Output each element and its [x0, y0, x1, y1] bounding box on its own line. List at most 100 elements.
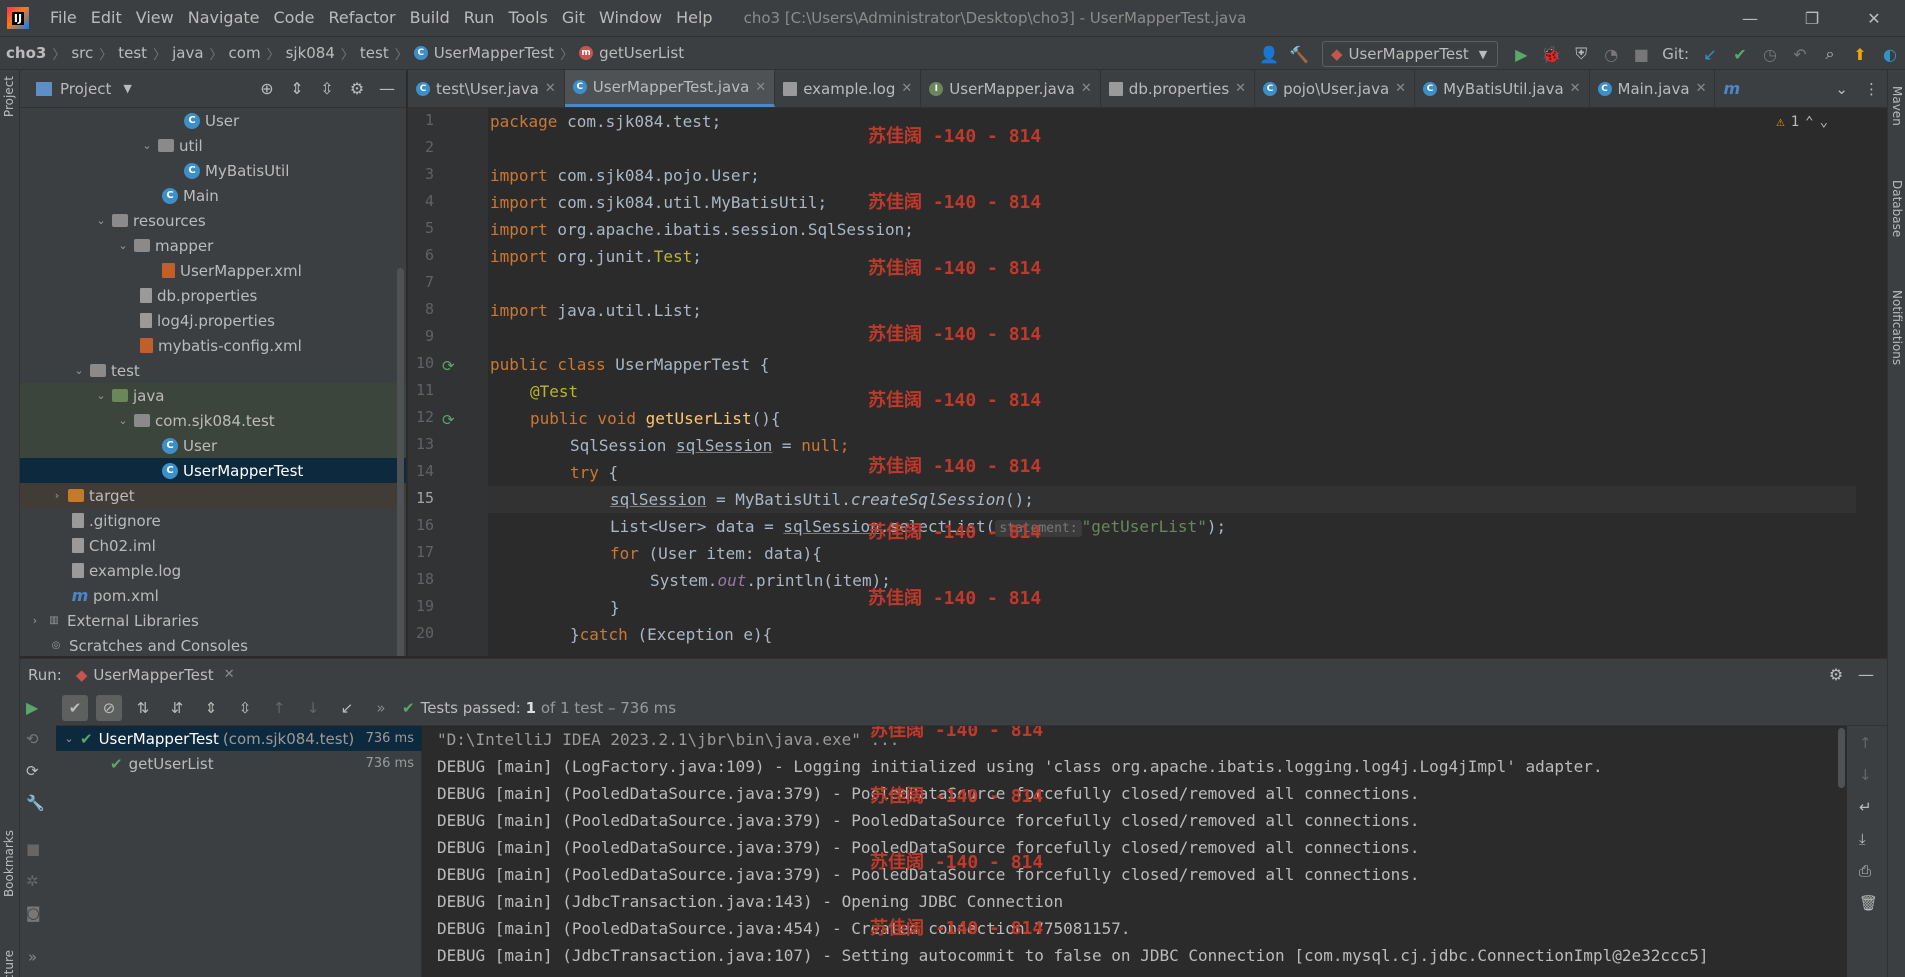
tree-scrollbar[interactable]	[397, 268, 404, 656]
intellij-logo-icon[interactable]: IJ	[7, 7, 29, 29]
tree-item[interactable]: log4j.properties	[20, 308, 406, 333]
sort-duration-icon[interactable]: ⇵	[164, 695, 190, 721]
menu-code[interactable]: Code	[267, 0, 322, 36]
tree-item[interactable]: mybatis-config.xml	[20, 333, 406, 358]
tab-usermapper-java[interactable]: I UserMapper.java ✕	[921, 70, 1101, 107]
project-tool-button[interactable]: Project	[2, 76, 16, 117]
tab-example-log[interactable]: example.log ✕	[775, 70, 922, 107]
breadcrumb-java[interactable]: java	[172, 44, 203, 62]
chevron-down-icon[interactable]: ⌄	[116, 239, 130, 252]
rerun-failed-icon[interactable]: ⟲	[26, 730, 39, 748]
git-commit-icon[interactable]: ✔	[1727, 41, 1753, 67]
tree-item[interactable]: C User	[20, 108, 406, 133]
update-icon[interactable]: ⬆	[1847, 41, 1873, 67]
trash-icon[interactable]: 🗑	[1859, 894, 1878, 912]
rerun-icon[interactable]: ▶	[26, 698, 38, 717]
breadcrumb-project[interactable]: cho3	[6, 44, 46, 62]
tree-item[interactable]: example.log	[20, 558, 406, 583]
tab-db-properties[interactable]: db.properties ✕	[1101, 70, 1256, 107]
breadcrumb-com[interactable]: com	[229, 44, 261, 62]
tree-item[interactable]: ⌄ com.sjk084.test	[20, 408, 406, 433]
show-ignored-icon[interactable]: ⊘	[96, 694, 122, 721]
tree-item[interactable]: Ch02.iml	[20, 533, 406, 558]
wrench-icon[interactable]: 🔧	[26, 794, 45, 812]
menu-build[interactable]: Build	[403, 0, 457, 36]
hide-icon[interactable]: —	[1853, 662, 1879, 688]
build-hammer-icon[interactable]: 🔨	[1286, 41, 1312, 67]
editor-gutter[interactable]: 1 2 3 4 5 6 7 8 9 10 11 12 13 14 15 16 1…	[408, 108, 488, 656]
test-case-row[interactable]: ✔ getUserList 736 ms	[56, 751, 422, 776]
menu-help[interactable]: Help	[669, 0, 719, 36]
close-icon[interactable]: ✕	[545, 81, 556, 96]
tree-item[interactable]: ◎ Scratches and Consoles	[20, 633, 406, 656]
bookmarks-tool-button[interactable]: Bookmarks	[2, 830, 16, 897]
minimize-icon[interactable]: —	[1719, 0, 1781, 36]
hide-icon[interactable]: —	[374, 76, 400, 102]
menu-refactor[interactable]: Refactor	[321, 0, 402, 36]
chevron-down-icon[interactable]: ⌄	[94, 214, 108, 227]
run-config-select[interactable]: ◆ UserMapperTest ▼	[1321, 41, 1499, 67]
breadcrumb-sjk084[interactable]: sjk084	[286, 44, 335, 62]
soft-wrap-icon[interactable]: ↵	[1859, 798, 1872, 816]
menu-edit[interactable]: Edit	[84, 0, 129, 36]
search-icon[interactable]: ⌕	[1817, 41, 1843, 67]
git-history-icon[interactable]: ◷	[1757, 41, 1783, 67]
sort-alpha-icon[interactable]: ⇅	[130, 695, 156, 721]
notifications-tool-button[interactable]: Notifications	[1890, 290, 1904, 365]
editor-error-stripe[interactable]	[1856, 108, 1868, 656]
tree-item[interactable]: C MyBatisUtil	[20, 158, 406, 183]
stop-icon[interactable]: ■	[1628, 41, 1654, 67]
menu-run[interactable]: Run	[457, 0, 502, 36]
run-test-class-icon[interactable]: ⟳	[442, 357, 455, 375]
console-scrollbar[interactable]	[1838, 728, 1845, 788]
close-icon[interactable]: ✕	[1395, 81, 1406, 96]
chevron-right-icon[interactable]: ›	[50, 489, 64, 502]
tree-item[interactable]: ⌄ java	[20, 383, 406, 408]
close-icon[interactable]: ✕	[1696, 81, 1707, 96]
chevron-down-icon[interactable]: ▼	[123, 82, 131, 95]
chevron-up-icon[interactable]: ⌃	[1805, 114, 1813, 130]
menu-tools[interactable]: Tools	[501, 0, 554, 36]
run-tab[interactable]: UserMapperTest	[93, 666, 213, 684]
tree-item[interactable]: ⌄ mapper	[20, 233, 406, 258]
chevron-down-icon[interactable]: ⌄	[116, 414, 130, 427]
show-passed-icon[interactable]: ✔	[62, 694, 88, 721]
close-icon[interactable]: ✕	[224, 667, 235, 682]
test-suite-row[interactable]: ⌄ ✔ UserMapperTest (com.sjk084.test) 736…	[56, 726, 422, 751]
breadcrumb-test-pkg[interactable]: test	[360, 44, 389, 62]
arrow-down-icon[interactable]: ↓	[1859, 766, 1872, 784]
tab-list-chevron-icon[interactable]: ⌄	[1827, 70, 1856, 107]
chevron-right-icon[interactable]: ›	[28, 614, 42, 627]
menu-git[interactable]: Git	[555, 0, 592, 36]
more-icon[interactable]: »	[28, 948, 37, 966]
maven-tab-icon[interactable]: m	[1715, 70, 1748, 107]
tree-item[interactable]: ⌄ resources	[20, 208, 406, 233]
tree-item[interactable]: ⌄ util	[20, 133, 406, 158]
tab-test-user-java[interactable]: Ctest\User.java ✕	[408, 70, 565, 107]
close-icon[interactable]: ✕	[901, 81, 912, 96]
run-icon[interactable]: ▶	[1508, 41, 1534, 67]
menu-window[interactable]: Window	[592, 0, 669, 36]
debug-settings-icon[interactable]: ✲	[26, 872, 39, 890]
tab-mybatisutil-java[interactable]: C MyBatisUtil.java ✕	[1415, 70, 1590, 107]
arrow-down-icon[interactable]: ↓	[300, 695, 326, 721]
breadcrumb-method[interactable]: m getUserList	[579, 44, 684, 62]
database-tool-button[interactable]: Database	[1890, 180, 1904, 237]
chevron-down-icon[interactable]: ⌄	[94, 389, 108, 402]
gear-icon[interactable]: ⚙	[1823, 662, 1849, 688]
breadcrumb-test[interactable]: test	[118, 44, 147, 62]
tab-pojo-user-java[interactable]: Cpojo\User.java ✕	[1255, 70, 1416, 107]
close-icon[interactable]: ✕	[1235, 81, 1246, 96]
restore-icon[interactable]: ❐	[1781, 0, 1843, 36]
chevron-down-icon[interactable]: ⌄	[1820, 114, 1828, 130]
console-output[interactable]: "D:\IntelliJ IDEA 2023.2.1\jbr\bin\java.…	[423, 726, 1847, 977]
menu-view[interactable]: View	[129, 0, 181, 36]
camera-icon[interactable]: ◙	[26, 904, 41, 922]
code-editor[interactable]: ⚠ 1 ⌃ ⌄ package com.sjk084.test; import …	[488, 108, 1868, 656]
project-panel-title[interactable]: Project	[60, 80, 111, 98]
arrow-up-icon[interactable]: ↑	[1859, 734, 1872, 752]
tab-usermappertest-java[interactable]: C UserMapperTest.java ✕	[564, 70, 776, 107]
structure-tool-button[interactable]: Structure	[2, 950, 16, 977]
chevron-down-icon[interactable]: ⌄	[140, 139, 154, 152]
expand-all-icon[interactable]: ⇕	[198, 695, 224, 721]
